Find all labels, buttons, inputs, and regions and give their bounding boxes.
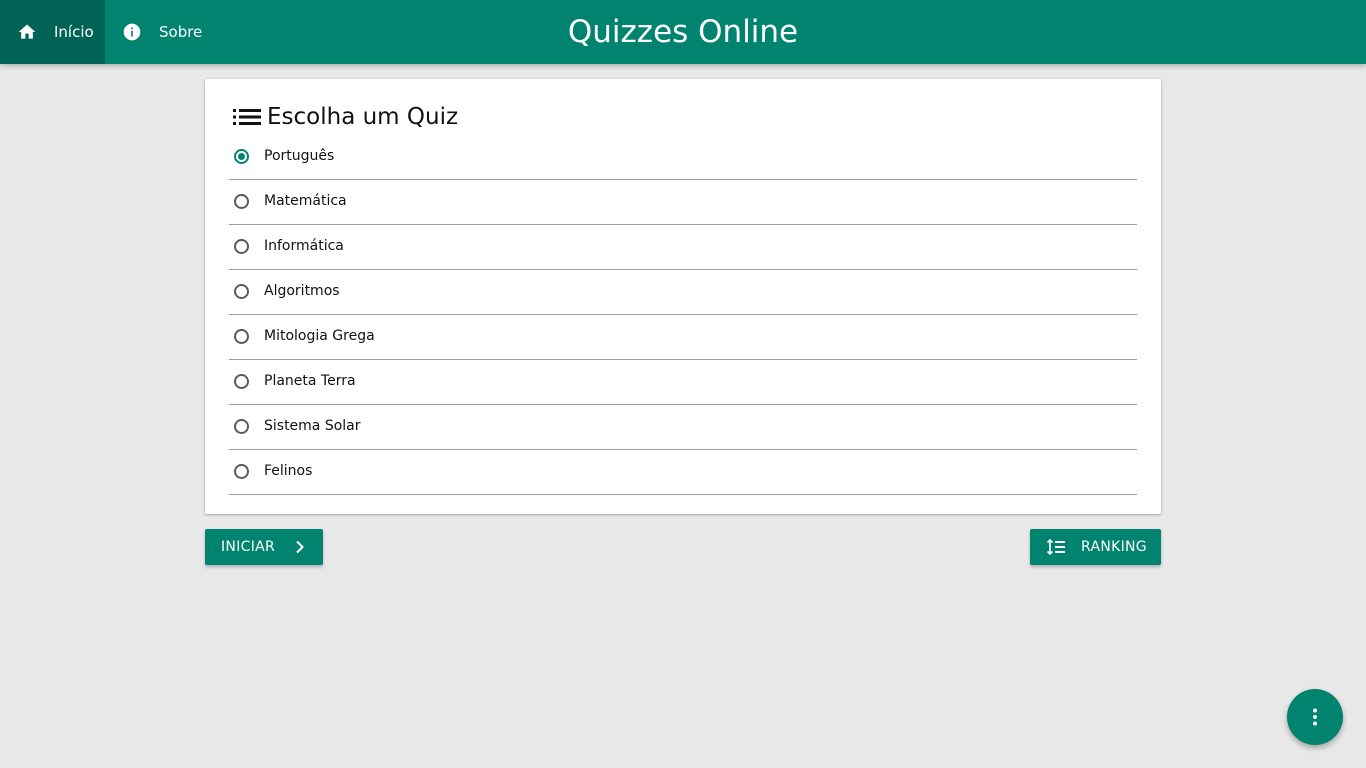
quiz-option-mitologia-grega[interactable]: Mitologia Grega: [229, 315, 1137, 360]
start-quiz-button[interactable]: INICIAR: [205, 529, 323, 565]
quiz-option-planeta-terra[interactable]: Planeta Terra: [229, 360, 1137, 405]
more-options-fab[interactable]: [1287, 689, 1343, 745]
radio-button[interactable]: [234, 194, 249, 209]
quiz-option-sistema-solar[interactable]: Sistema Solar: [229, 405, 1137, 450]
card-title: Escolha um Quiz: [267, 104, 459, 130]
radio-button[interactable]: [234, 239, 249, 254]
quiz-option-matematica[interactable]: Matemática: [229, 180, 1137, 225]
card-header: Escolha um Quiz: [233, 101, 458, 133]
list-icon: [233, 109, 261, 125]
more-vertical-icon: [1313, 708, 1317, 726]
quiz-option-label: Felinos: [264, 463, 313, 479]
ranking-button-label: RANKING: [1081, 539, 1147, 555]
nav-home-button[interactable]: Início: [0, 0, 105, 64]
quiz-option-label: Algoritmos: [264, 283, 340, 299]
quiz-option-label: Informática: [264, 238, 344, 254]
app-title: Quizzes Online: [567, 14, 799, 50]
radio-button[interactable]: [234, 329, 249, 344]
quiz-option-felinos[interactable]: Felinos: [229, 450, 1137, 495]
quiz-option-label: Planeta Terra: [264, 373, 356, 389]
quiz-option-algoritmos[interactable]: Algoritmos: [229, 270, 1137, 315]
nav-home-label: Início: [54, 23, 94, 41]
quiz-option-label: Mitologia Grega: [264, 328, 375, 344]
home-icon: [18, 24, 36, 39]
quiz-option-label: Sistema Solar: [264, 418, 361, 434]
info-icon: [123, 23, 141, 41]
sort-list-icon: [1047, 539, 1065, 555]
quiz-option-label: Matemática: [264, 193, 347, 209]
chevron-right-icon: [296, 540, 304, 554]
ranking-button[interactable]: RANKING: [1030, 529, 1161, 565]
nav-about-label: Sobre: [159, 23, 203, 41]
radio-button[interactable]: [234, 284, 249, 299]
quiz-option-informatica[interactable]: Informática: [229, 225, 1137, 270]
quiz-options-list: Português Matemática Informática Algorit…: [229, 135, 1137, 495]
top-app-bar: Início Sobre Quizzes Online: [0, 0, 1366, 64]
quiz-selection-card: Escolha um Quiz Português Matemática Inf…: [205, 79, 1161, 514]
nav-about-button[interactable]: Sobre: [105, 0, 202, 64]
radio-button[interactable]: [234, 374, 249, 389]
radio-button[interactable]: [234, 149, 249, 164]
quiz-option-portugues[interactable]: Português: [229, 135, 1137, 180]
radio-button[interactable]: [234, 464, 249, 479]
radio-button[interactable]: [234, 419, 249, 434]
start-button-label: INICIAR: [221, 539, 276, 555]
quiz-option-label: Português: [264, 148, 335, 164]
